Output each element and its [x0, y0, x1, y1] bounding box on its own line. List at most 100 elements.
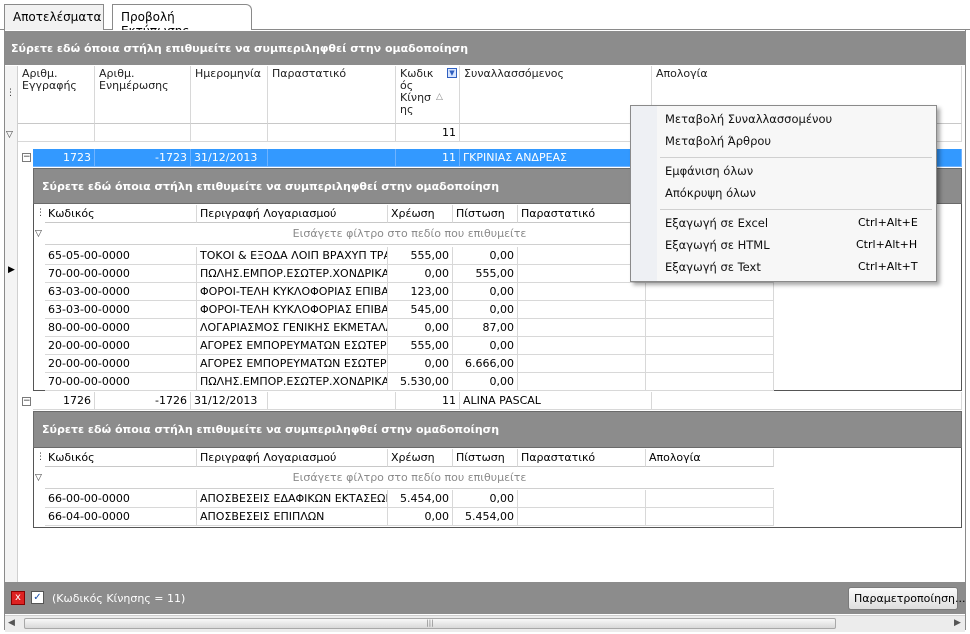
- detail1-row-cell-desc[interactable]: ΦΟΡΟΙ-ΤΕΛΗ ΚΥΚΛΟΦΟΡΙΑΣ ΕΠΙΒΑΤ.Α: [197, 301, 388, 319]
- detail1-row-cell-desc[interactable]: ΦΟΡΟΙ-ΤΕΛΗ ΚΥΚΛΟΦΟΡΙΑΣ ΕΠΙΒΑΤ.Α: [197, 283, 388, 301]
- detail1-column-chooser-icon[interactable]: ⋮: [36, 208, 45, 218]
- detail1-col-description[interactable]: Περιγραφή Λογαριασμού: [197, 205, 388, 223]
- detail1-row-cell-credit[interactable]: 6.666,00: [453, 355, 518, 373]
- col-header-party[interactable]: Συναλλασσόμενος: [460, 66, 652, 124]
- detail2-row-cell-code[interactable]: 66-00-00-0000: [45, 490, 197, 508]
- detail1-row-cell-credit[interactable]: 555,00: [453, 265, 518, 283]
- group-by-panel[interactable]: Σύρετε εδώ όποια στήλη επιθυμείτε να συμ…: [5, 31, 965, 65]
- settings-button[interactable]: Παραμετροποίηση...: [848, 587, 966, 610]
- menu-item-export-html[interactable]: Εξαγωγή σε HTML: [665, 238, 770, 252]
- detail2-row-cell-code[interactable]: 66-04-00-0000: [45, 508, 197, 526]
- column-chooser-icon[interactable]: ⋮: [6, 88, 15, 98]
- col-header-date[interactable]: Ημερομηνία: [191, 66, 268, 124]
- detail1-col-credit[interactable]: Πίστωση: [453, 205, 518, 223]
- expand-collapse-icon[interactable]: −: [22, 153, 31, 162]
- row2-document[interactable]: [268, 392, 396, 410]
- detail2-filter-hint[interactable]: Εισάγετε φίλτρο στο πεδίο που επιθυμείτε: [45, 467, 774, 489]
- detail1-row-cell-debit[interactable]: 0,00: [388, 319, 453, 337]
- detail1-row-cell-notes[interactable]: [646, 283, 774, 301]
- row2-entry-no[interactable]: 1726: [33, 392, 95, 410]
- menu-item-change-article[interactable]: Μεταβολή Άρθρου: [665, 134, 771, 148]
- col-header-document[interactable]: Παραστατικό: [268, 66, 396, 124]
- detail1-row-cell-notes[interactable]: [646, 337, 774, 355]
- detail2-col-notes[interactable]: Απολογία: [646, 449, 774, 467]
- detail2-col-document[interactable]: Παραστατικό: [518, 449, 646, 467]
- filter-expression-text[interactable]: (Κωδικός Κίνησης = 11): [52, 592, 185, 605]
- detail2-row-cell-debit[interactable]: 5.454,00: [388, 490, 453, 508]
- detail1-row-cell-code[interactable]: 70-00-00-0000: [45, 373, 197, 391]
- detail1-row-cell-document[interactable]: [518, 247, 646, 265]
- detail1-col-debit[interactable]: Χρέωση: [388, 205, 453, 223]
- detail1-row-cell-document[interactable]: [518, 319, 646, 337]
- scroll-left-icon[interactable]: ◀: [8, 618, 15, 628]
- detail2-row-cell-debit[interactable]: 0,00: [388, 508, 453, 526]
- row2-date[interactable]: 31/12/2013: [191, 392, 268, 410]
- filter-cell-document[interactable]: [268, 124, 396, 142]
- detail1-row-cell-document[interactable]: [518, 265, 646, 283]
- filter-cell-party[interactable]: [460, 124, 652, 142]
- detail1-row-cell-code[interactable]: 65-05-00-0000: [45, 247, 197, 265]
- detail1-row-cell-desc[interactable]: ΑΓΟΡΕΣ ΕΜΠΟΡΕΥΜΑΤΩΝ ΕΣΩΤΕΡΙΚΟΥ: [197, 355, 388, 373]
- menu-item-export-excel[interactable]: Εξαγωγή σε Excel: [665, 216, 768, 230]
- row2-party[interactable]: ALINA PASCAL: [460, 392, 652, 410]
- menu-item-export-text[interactable]: Εξαγωγή σε Text: [665, 260, 761, 274]
- expand-collapse-icon[interactable]: −: [22, 397, 31, 406]
- detail2-row-cell-document[interactable]: [518, 490, 646, 508]
- detail2-col-code[interactable]: Κωδικός: [45, 449, 197, 467]
- row1-update-no[interactable]: -1723: [95, 149, 191, 167]
- detail1-row-cell-code[interactable]: 20-00-00-0000: [45, 337, 197, 355]
- detail1-row-cell-credit[interactable]: 0,00: [453, 301, 518, 319]
- detail1-row-cell-debit[interactable]: 555,00: [388, 247, 453, 265]
- detail1-row-cell-desc[interactable]: ΠΩΛΗΣ.ΕΜΠΟΡ.ΕΣΩΤΕΡ.ΧΟΝΔΡΙΚΑ ΑΝ: [197, 373, 388, 391]
- detail1-row-cell-desc[interactable]: ΤΟΚΟΙ & ΕΞΟΔΑ ΛΟΙΠ ΒΡΑΧΥΠ ΤΡΑΠ Χ: [197, 247, 388, 265]
- col-header-entry-no[interactable]: Αριθμ. Εγγραφής: [18, 66, 95, 124]
- detail1-row-cell-debit[interactable]: 123,00: [388, 283, 453, 301]
- detail2-col-debit[interactable]: Χρέωση: [388, 449, 453, 467]
- detail1-row-cell-code[interactable]: 63-03-00-0000: [45, 301, 197, 319]
- detail1-row-cell-document[interactable]: [518, 373, 646, 391]
- detail2-row-cell-notes[interactable]: [646, 508, 774, 526]
- detail2-row-cell-notes[interactable]: [646, 490, 774, 508]
- detail1-row-cell-code[interactable]: 63-03-00-0000: [45, 283, 197, 301]
- detail1-row-cell-notes[interactable]: [646, 301, 774, 319]
- row1-party[interactable]: ΓΚΡΙΝΙΑΣ ΑΝΔΡΕΑΣ: [460, 149, 652, 167]
- row1-document[interactable]: [268, 149, 396, 167]
- detail2-col-description[interactable]: Περιγραφή Λογαριασμού: [197, 449, 388, 467]
- scroll-thumb[interactable]: |||: [24, 618, 836, 629]
- row2-move-code[interactable]: 11: [396, 392, 460, 410]
- detail2-row-cell-credit[interactable]: 5.454,00: [453, 508, 518, 526]
- row1-date[interactable]: 31/12/2013: [191, 149, 268, 167]
- detail1-row-cell-desc[interactable]: ΠΩΛΗΣ.ΕΜΠΟΡ.ΕΣΩΤΕΡ.ΧΟΝΔΡΙΚΑ ΑΝ: [197, 265, 388, 283]
- detail1-row-cell-desc[interactable]: ΑΓΟΡΕΣ ΕΜΠΟΡΕΥΜΑΤΩΝ ΕΣΩΤΕΡΙΚΟΥ: [197, 337, 388, 355]
- col-header-update-no[interactable]: Αριθμ. Ενημέρωσης: [95, 66, 191, 124]
- detail1-row-cell-debit[interactable]: 555,00: [388, 337, 453, 355]
- detail1-row-cell-debit[interactable]: 545,00: [388, 301, 453, 319]
- row2-update-no[interactable]: -1726: [95, 392, 191, 410]
- scroll-right-icon[interactable]: ▶: [954, 618, 961, 628]
- detail1-col-document[interactable]: Παραστατικό: [518, 205, 646, 223]
- row1-entry-no[interactable]: 1723: [33, 149, 95, 167]
- detail1-row-cell-notes[interactable]: [646, 355, 774, 373]
- filter-cell-update-no[interactable]: [95, 124, 191, 142]
- detail1-row-cell-debit[interactable]: 0,00: [388, 355, 453, 373]
- detail1-row-cell-document[interactable]: [518, 337, 646, 355]
- detail1-row-cell-document[interactable]: [518, 283, 646, 301]
- detail2-col-credit[interactable]: Πίστωση: [453, 449, 518, 467]
- detail1-row-cell-document[interactable]: [518, 301, 646, 319]
- detail2-column-chooser-icon[interactable]: ⋮: [36, 452, 45, 462]
- filter-cell-entry-no[interactable]: [18, 124, 95, 142]
- detail2-row-cell-credit[interactable]: 0,00: [453, 490, 518, 508]
- detail2-row-cell-desc[interactable]: ΑΠΟΣΒΕΣΕΙΣ ΕΔΑΦΙΚΩΝ ΕΚΤΑΣΕΩΝ: [197, 490, 388, 508]
- detail1-row-cell-code[interactable]: 20-00-00-0000: [45, 355, 197, 373]
- detail1-col-code[interactable]: Κωδικός: [45, 205, 197, 223]
- menu-item-change-party[interactable]: Μεταβολή Συναλλασσομένου: [665, 112, 832, 126]
- detail2-group-panel[interactable]: Σύρετε εδώ όποια στήλη επιθυμείτε να συμ…: [33, 411, 962, 448]
- column-filter-icon[interactable]: ▼: [447, 68, 457, 78]
- detail1-row-cell-code[interactable]: 80-00-00-0000: [45, 319, 197, 337]
- detail1-row-cell-document[interactable]: [518, 355, 646, 373]
- detail1-row-cell-credit[interactable]: 0,00: [453, 373, 518, 391]
- filter-cell-date[interactable]: [191, 124, 268, 142]
- menu-item-hide-all[interactable]: Απόκρυψη όλων: [665, 186, 756, 200]
- detail1-row-cell-credit[interactable]: 0,00: [453, 337, 518, 355]
- filter-cell-move-code[interactable]: 11: [396, 124, 460, 142]
